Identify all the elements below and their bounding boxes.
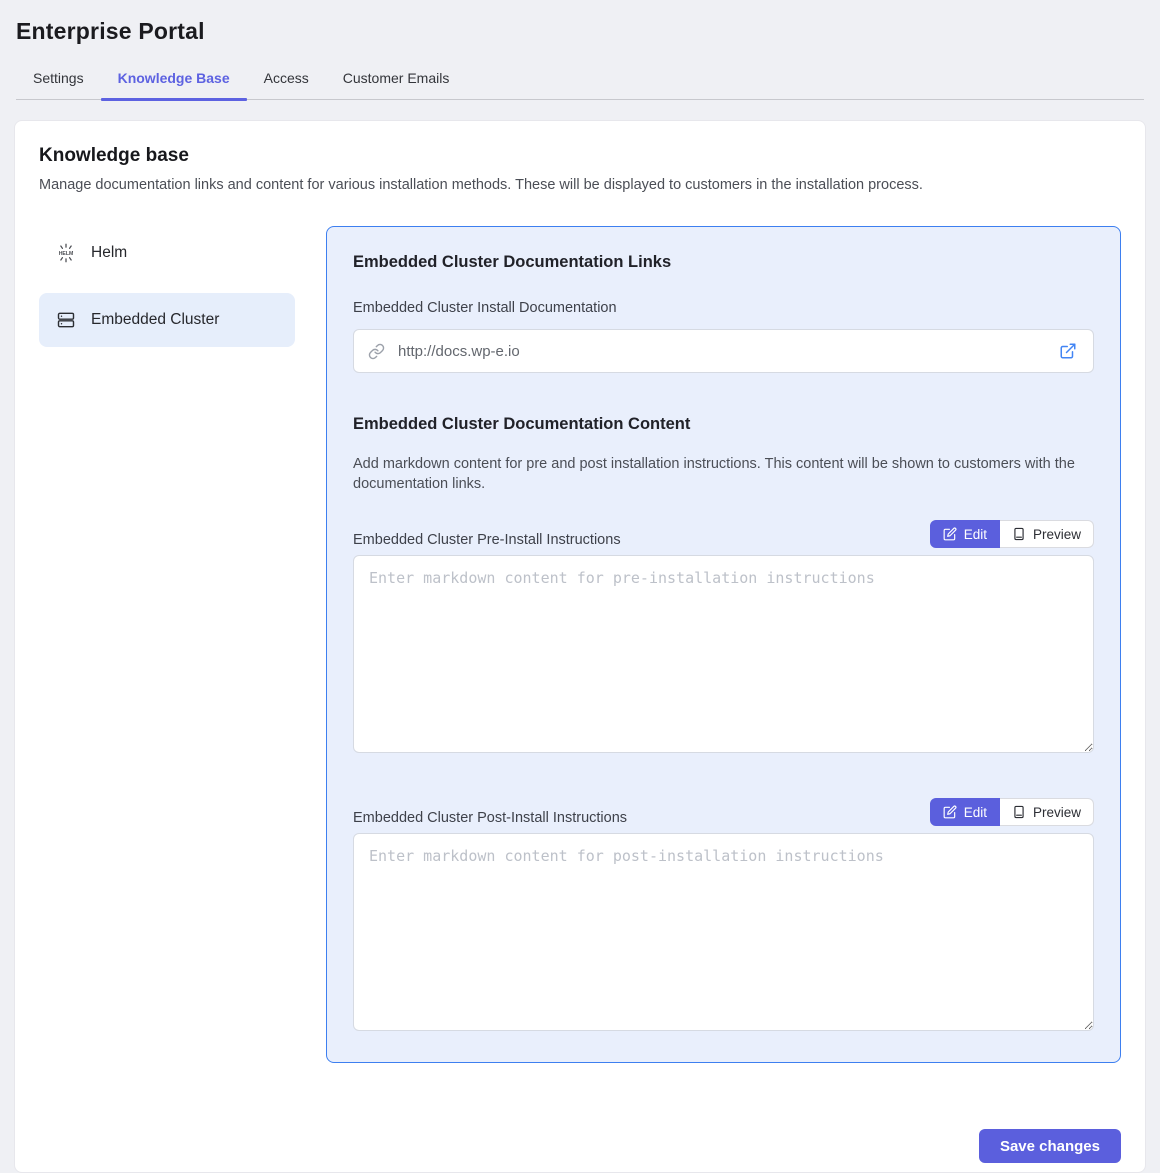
pre-install-label-row: Embedded Cluster Pre-Install Instruction… [353, 520, 1094, 548]
links-section-heading: Embedded Cluster Documentation Links [353, 253, 1094, 272]
helm-icon: HELM [56, 243, 76, 263]
content-section-description: Add markdown content for pre and post in… [353, 454, 1094, 494]
edit-icon [943, 805, 957, 819]
save-row: Save changes [39, 1129, 1121, 1163]
post-install-label: Embedded Cluster Post-Install Instructio… [353, 810, 627, 826]
pre-install-label: Embedded Cluster Pre-Install Instruction… [353, 532, 621, 548]
install-method-sidebar: HELM Helm Embedded Cluster [39, 226, 295, 360]
edit-icon [943, 527, 957, 541]
page-title: Enterprise Portal [16, 18, 1144, 45]
sidebar-item-label: Embedded Cluster [91, 311, 219, 329]
page-header: Enterprise Portal [0, 0, 1160, 45]
post-install-label-row: Embedded Cluster Post-Install Instructio… [353, 798, 1094, 826]
content-section-heading: Embedded Cluster Documentation Content [353, 415, 1094, 434]
knowledge-base-card: Knowledge base Manage documentation link… [14, 120, 1146, 1173]
post-install-textarea[interactable] [353, 833, 1094, 1031]
pre-install-mode-toggle: Edit Preview [930, 520, 1094, 548]
post-install-edit-button[interactable]: Edit [930, 798, 1000, 826]
pre-install-textarea[interactable] [353, 555, 1094, 753]
preview-icon [1012, 527, 1026, 541]
edit-button-label: Edit [964, 527, 987, 542]
pre-install-preview-button[interactable]: Preview [1000, 520, 1094, 548]
save-changes-button[interactable]: Save changes [979, 1129, 1121, 1163]
pre-install-edit-button[interactable]: Edit [930, 520, 1000, 548]
open-link-button[interactable] [1057, 340, 1079, 362]
svg-text:HELM: HELM [59, 251, 74, 257]
server-stack-icon [56, 310, 76, 330]
post-install-preview-button[interactable]: Preview [1000, 798, 1094, 826]
edit-button-label: Edit [964, 805, 987, 820]
tab-bar: Settings Knowledge Base Access Customer … [16, 45, 1144, 100]
preview-icon [1012, 805, 1026, 819]
content-row: HELM Helm Embedded Cluster Embedde [39, 226, 1121, 1063]
tab-knowledge-base[interactable]: Knowledge Base [101, 58, 247, 99]
preview-button-label: Preview [1033, 527, 1081, 542]
sidebar-item-label: Helm [91, 244, 127, 262]
install-doc-field [353, 329, 1094, 373]
post-install-mode-toggle: Edit Preview [930, 798, 1094, 826]
sidebar-item-helm[interactable]: HELM Helm [39, 226, 295, 280]
card-heading: Knowledge base [39, 145, 1121, 167]
tab-access[interactable]: Access [247, 58, 326, 99]
link-icon [368, 343, 385, 360]
tab-customer-emails[interactable]: Customer Emails [326, 58, 467, 99]
tab-settings[interactable]: Settings [16, 58, 101, 99]
embedded-cluster-panel: Embedded Cluster Documentation Links Emb… [326, 226, 1121, 1063]
external-link-icon [1059, 342, 1077, 360]
preview-button-label: Preview [1033, 805, 1081, 820]
install-doc-label: Embedded Cluster Install Documentation [353, 300, 1094, 316]
sidebar-item-embedded-cluster[interactable]: Embedded Cluster [39, 293, 295, 347]
install-doc-input[interactable] [396, 342, 1046, 361]
card-description: Manage documentation links and content f… [39, 177, 1121, 193]
